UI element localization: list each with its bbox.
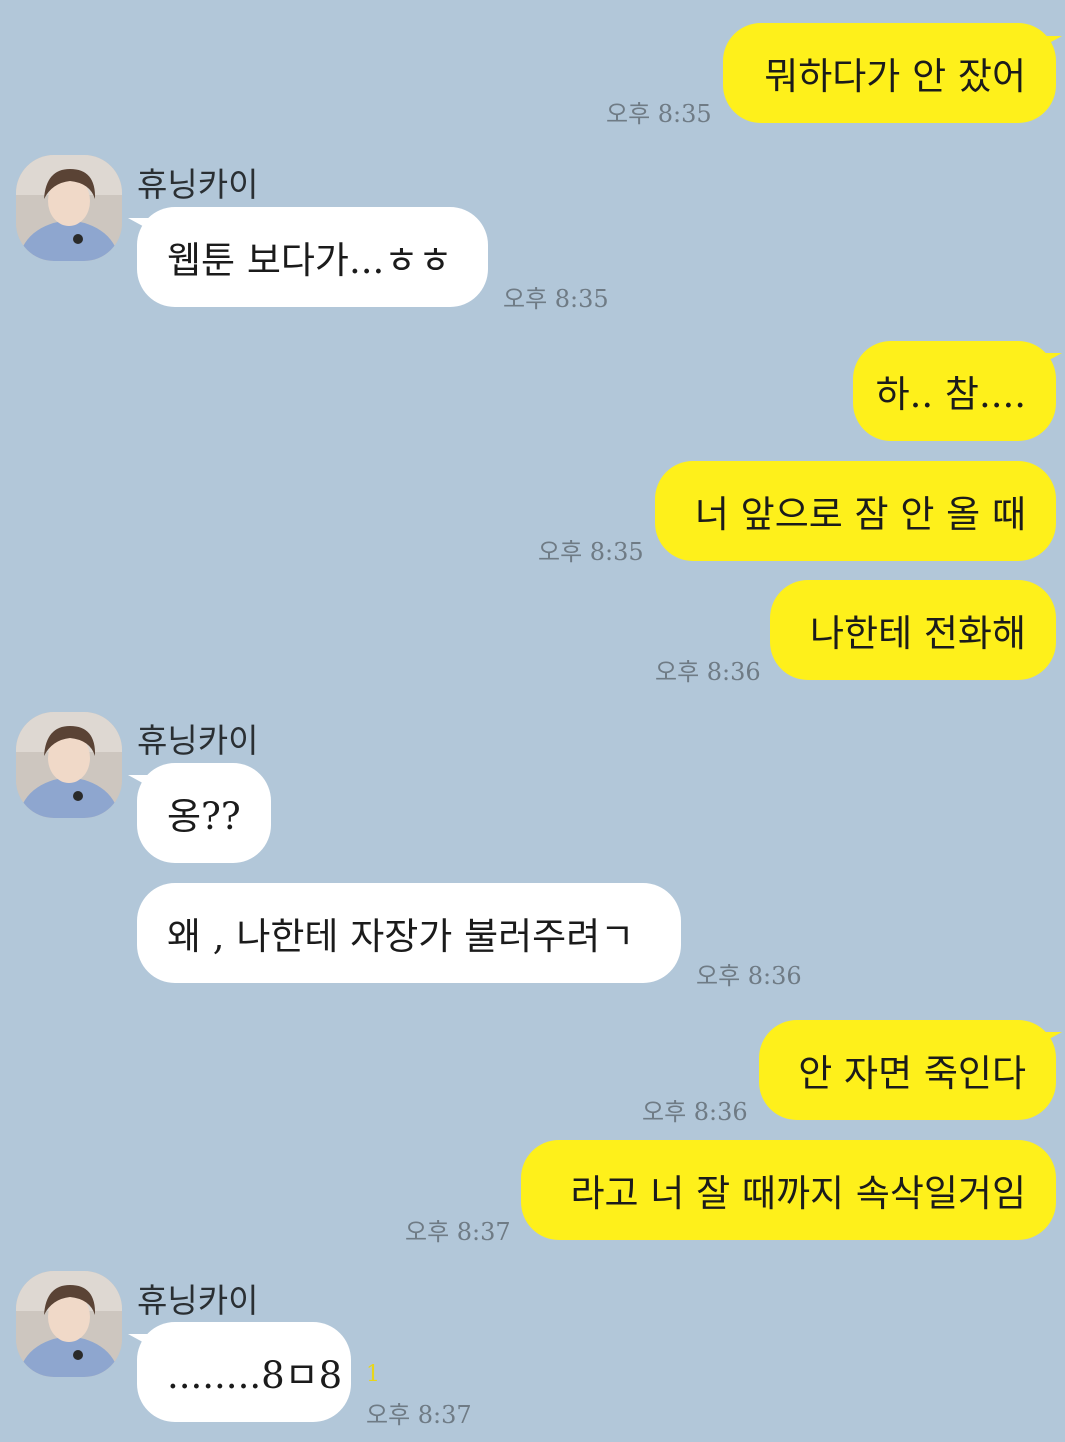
message-text: 왜 , 나한테 자장가 불러주려ㄱ — [167, 915, 635, 958]
message-text: 뭐하다가 안 잤어 — [764, 55, 1026, 98]
message-text: 나한테 전화해 — [809, 612, 1026, 655]
message-text: ........8ㅁ8 — [167, 1354, 343, 1397]
bubble-tail — [128, 775, 150, 787]
bubble-tail — [128, 218, 150, 230]
their-message-bubble[interactable]: 웹툰 보다가...ㅎㅎ — [137, 207, 488, 307]
message-time: 오후 8:36 — [696, 962, 802, 990]
bubble-tail — [1040, 36, 1062, 48]
my-message-bubble[interactable]: 안 자면 죽인다 — [759, 1020, 1056, 1120]
message-time: 오후 8:36 — [655, 658, 761, 686]
message-time: 오후 8:35 — [503, 285, 609, 313]
my-message-bubble[interactable]: 너 앞으로 잠 안 올 때 — [655, 461, 1056, 561]
their-message-bubble[interactable]: 옹?? — [137, 763, 271, 863]
my-message-bubble[interactable]: 나한테 전화해 — [770, 580, 1056, 680]
message-time: 오후 8:37 — [366, 1401, 472, 1429]
unread-count: 1 — [366, 1362, 380, 1387]
message-text: 안 자면 죽인다 — [798, 1052, 1026, 1095]
message-text: 너 앞으로 잠 안 올 때 — [694, 493, 1026, 536]
contact-name: 휴닝카이 — [137, 721, 259, 760]
contact-avatar[interactable] — [16, 155, 122, 261]
my-message-bubble[interactable]: 하.. 참.... — [853, 341, 1056, 441]
message-time: 오후 8:36 — [642, 1098, 748, 1126]
bubble-tail — [1040, 353, 1062, 365]
message-text: 하.. 참.... — [875, 373, 1026, 416]
their-message-bubble[interactable]: 왜 , 나한테 자장가 불러주려ㄱ — [137, 883, 681, 983]
contact-name: 휴닝카이 — [137, 1281, 259, 1320]
contact-avatar[interactable] — [16, 1271, 122, 1377]
message-text: 웹툰 보다가...ㅎㅎ — [167, 239, 453, 282]
bubble-tail — [128, 1334, 150, 1346]
message-time: 오후 8:37 — [405, 1218, 511, 1246]
contact-avatar[interactable] — [16, 712, 122, 818]
bubble-tail — [1040, 1032, 1062, 1044]
my-message-bubble[interactable]: 라고 너 잘 때까지 속삭일거임 — [521, 1140, 1056, 1240]
message-time: 오후 8:35 — [606, 100, 712, 128]
message-text: 라고 너 잘 때까지 속삭일거임 — [570, 1172, 1026, 1215]
my-message-bubble[interactable]: 뭐하다가 안 잤어 — [723, 23, 1056, 123]
contact-name: 휴닝카이 — [137, 165, 259, 204]
their-message-bubble[interactable]: ........8ㅁ8 — [137, 1322, 351, 1422]
chat-room[interactable]: 뭐하다가 안 잤어 오후 8:35 휴닝카이 웹툰 보다가...ㅎㅎ 오후 8:… — [0, 0, 1065, 1442]
message-text: 옹?? — [167, 795, 241, 838]
message-time: 오후 8:35 — [538, 538, 644, 566]
